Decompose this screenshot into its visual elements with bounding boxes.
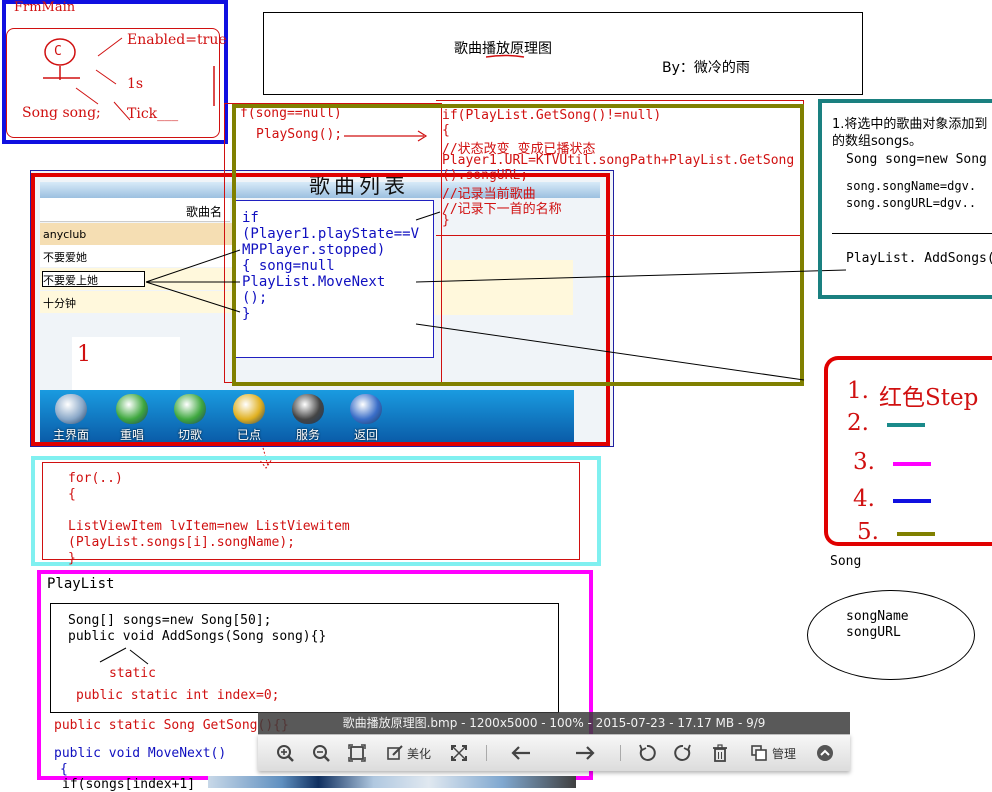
movenext-brace: {: [60, 762, 68, 777]
code-loop-line: {: [68, 487, 76, 502]
notes-divider: [832, 233, 992, 234]
fit-screen-icon[interactable]: [348, 741, 366, 765]
previous-icon[interactable]: [510, 741, 532, 765]
manage-icon: [751, 745, 767, 761]
code-loop-line: (PlayList.songs[i].songName);: [68, 535, 295, 550]
notes-addsongs: PlayList. AddSongs(: [846, 251, 992, 266]
notes-song-decl: Song song=new Song: [846, 152, 987, 167]
rotate-right-icon[interactable]: [674, 741, 692, 765]
playlist-addsongs: public void AddSongs(Song song){}: [68, 629, 327, 644]
playlist-songs-array: Song[] songs=new Song[50];: [68, 613, 272, 628]
zoom-in-icon[interactable]: [276, 741, 294, 765]
legend-swatch: [897, 532, 935, 536]
movenext-partial: if(songs[index+1]: [62, 777, 196, 792]
manage-label: 管理: [772, 746, 797, 761]
beautify-button[interactable]: 美化: [386, 741, 431, 765]
notes-step1-line2: 的数组songs。: [832, 134, 922, 149]
rotate-left-icon[interactable]: [638, 741, 656, 765]
notes-song-name: song.songName=dgv.: [846, 179, 977, 193]
toolbar-separator: [620, 745, 621, 761]
collapse-toolbar-icon[interactable]: [816, 741, 834, 765]
legend-swatch: [893, 462, 931, 466]
legend-number: 4.: [853, 486, 875, 512]
notes-song-url: song.songURL=dgv..: [846, 196, 977, 210]
getsong-method: public static Song GetSong(){}: [54, 718, 289, 733]
playlist-title: PlayList: [47, 576, 115, 592]
legend-label: 红色Step: [879, 385, 979, 411]
delete-icon[interactable]: [712, 741, 728, 765]
song-class-title: Song: [830, 554, 862, 569]
code-loop-line: }: [68, 551, 76, 566]
code-loop-line: for(..): [68, 471, 123, 486]
movenext-method: public void MoveNext(): [54, 746, 227, 761]
edit-icon: [387, 745, 403, 760]
beautify-label: 美化: [407, 746, 432, 761]
legend-number: 5.: [857, 519, 879, 545]
static-note: static: [109, 666, 156, 681]
legend-number: 1.: [847, 378, 869, 404]
static-index: public static int index=0;: [76, 688, 280, 703]
manage-button[interactable]: 管理: [750, 741, 796, 765]
code-loop-line: ListViewItem lvItem=new ListViewitem: [68, 519, 350, 534]
zoom-out-icon[interactable]: [312, 741, 330, 765]
fullscreen-icon[interactable]: [450, 741, 468, 765]
legend-swatch: [893, 499, 931, 503]
toolbar-separator: [486, 745, 487, 761]
legend-number: 3.: [853, 449, 875, 475]
static-annotation-lines: [99, 647, 149, 665]
thumbnail-strip[interactable]: [208, 776, 576, 788]
legend-swatch: [887, 423, 925, 427]
legend-number: 2.: [847, 410, 869, 436]
song-class-field: songURL: [846, 625, 901, 640]
image-viewer-toolbar: 歌曲播放原理图.bmp - 1200x5000 - 100% - 2015-07…: [258, 712, 850, 771]
viewer-caption: 歌曲播放原理图.bmp - 1200x5000 - 100% - 2015-07…: [258, 712, 850, 734]
song-class-field: songName: [846, 609, 909, 624]
next-icon[interactable]: [574, 741, 596, 765]
viewer-tools: 美化 管理: [258, 734, 850, 771]
